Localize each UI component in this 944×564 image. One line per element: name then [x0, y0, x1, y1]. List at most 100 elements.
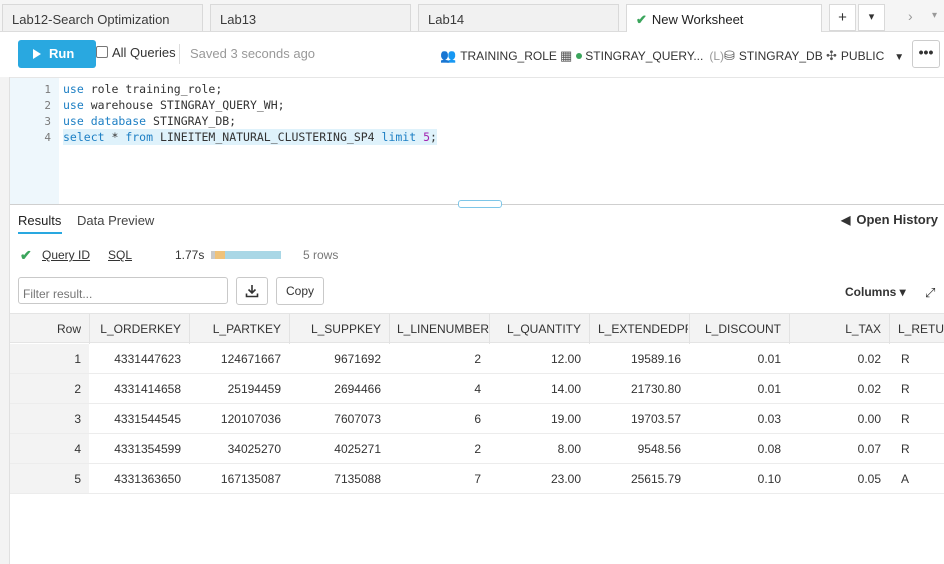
code-line[interactable]: use warehouse STINGRAY_QUERY_WH; — [63, 98, 285, 112]
column-header[interactable]: L_RETUR — [898, 322, 944, 336]
tab-lab12[interactable]: Lab12-Search Optimization — [2, 4, 203, 31]
table-cell[interactable]: 19.00 — [490, 412, 581, 426]
table-cell[interactable]: 2 — [390, 352, 481, 366]
table-cell[interactable]: 9671692 — [290, 352, 381, 366]
table-cell[interactable]: 0.08 — [690, 442, 781, 456]
table-row[interactable]: 2 4331414658 25194459 2694466 4 14.00 21730.80… — [10, 374, 944, 404]
role-selector[interactable]: 👥 TRAINING_ROLE — [440, 48, 557, 64]
tab-menu-button[interactable]: ▾ — [858, 4, 885, 31]
sql-editor[interactable]: 1 2 3 4 use role training_role; use ware… — [10, 77, 944, 204]
code-line[interactable]: use role training_role; — [63, 82, 222, 96]
table-cell[interactable]: 25194459 — [190, 382, 281, 396]
table-cell[interactable]: 8.00 — [490, 442, 581, 456]
query-profile-bar[interactable] — [211, 251, 281, 259]
database-selector[interactable]: ⛁ STINGRAY_DB — [724, 48, 823, 64]
column-header[interactable]: L_ORDERKEY — [90, 322, 181, 336]
resize-handle[interactable] — [458, 200, 502, 208]
table-cell[interactable]: 4331354599 — [90, 442, 181, 456]
column-header[interactable]: L_TAX — [790, 322, 881, 336]
table-cell[interactable]: 23.00 — [490, 472, 581, 486]
tab-lab14[interactable]: Lab14 — [418, 4, 619, 31]
table-cell[interactable]: 2694466 — [290, 382, 381, 396]
schema-selector[interactable]: ✣ PUBLIC ▼ — [826, 48, 904, 64]
sql-text: STINGRAY_DB; — [146, 114, 237, 128]
query-id-link[interactable]: Query ID — [42, 248, 90, 262]
table-cell[interactable]: R — [901, 412, 941, 426]
table-cell[interactable]: 4 — [390, 382, 481, 396]
download-button[interactable] — [236, 277, 268, 305]
table-cell[interactable]: 0.02 — [790, 382, 881, 396]
table-cell[interactable]: 4331363650 — [90, 472, 181, 486]
code-line-selected[interactable]: select * from LINEITEM_NATURAL_CLUSTERIN… — [63, 129, 437, 145]
table-cell[interactable]: 6 — [390, 412, 481, 426]
columns-dropdown[interactable]: Columns ▾ — [845, 285, 906, 299]
table-cell[interactable]: 167135087 — [190, 472, 281, 486]
table-cell[interactable]: 2 — [390, 442, 481, 456]
table-cell[interactable]: 34025270 — [190, 442, 281, 456]
table-cell[interactable]: 21730.80 — [590, 382, 681, 396]
warehouse-selector[interactable]: ▦ STINGRAY_QUERY... (L) — [560, 48, 724, 64]
warehouse-size: (L) — [709, 49, 725, 63]
selection-highlight: select * from LINEITEM_NATURAL_CLUSTERIN… — [63, 129, 437, 145]
table-cell[interactable]: 14.00 — [490, 382, 581, 396]
table-cell[interactable]: 0.00 — [790, 412, 881, 426]
table-cell[interactable]: 0.01 — [690, 382, 781, 396]
table-cell[interactable]: 12.00 — [490, 352, 581, 366]
column-header[interactable]: L_DISCOUNT — [690, 322, 781, 336]
table-cell[interactable]: 0.07 — [790, 442, 881, 456]
table-cell[interactable]: R — [901, 382, 941, 396]
tab-new-worksheet[interactable]: ✔ New Worksheet — [626, 4, 822, 32]
table-cell[interactable]: A — [901, 472, 941, 486]
table-cell[interactable]: 0.05 — [790, 472, 881, 486]
more-options-button[interactable]: ••• — [912, 40, 940, 68]
table-cell[interactable]: 0.03 — [690, 412, 781, 426]
tab-data-preview[interactable]: Data Preview — [77, 213, 154, 228]
table-cell[interactable]: 7 — [390, 472, 481, 486]
table-cell[interactable]: 9548.56 — [590, 442, 681, 456]
table-row[interactable]: 5 4331363650 167135087 7135088 7 23.00 25615.7… — [10, 464, 944, 494]
next-tab-icon[interactable]: › — [908, 8, 913, 24]
sql-number: 5 — [423, 130, 431, 144]
open-history-button[interactable]: ◀ Open History — [841, 212, 938, 227]
database-icon: ⛁ — [724, 48, 735, 63]
table-cell[interactable]: 4025271 — [290, 442, 381, 456]
column-header[interactable]: L_PARTKEY — [190, 322, 281, 336]
table-cell[interactable]: 7135088 — [290, 472, 381, 486]
sql-text: * — [104, 130, 126, 144]
table-cell[interactable]: 0.10 — [690, 472, 781, 486]
column-header[interactable]: Row — [20, 322, 81, 336]
table-cell[interactable]: 19589.16 — [590, 352, 681, 366]
table-cell[interactable]: 4331447623 — [90, 352, 181, 366]
expand-icon[interactable]: ⤢ — [925, 285, 935, 301]
all-queries-checkbox[interactable]: All Queries — [96, 45, 176, 60]
table-cell[interactable]: R — [901, 442, 941, 456]
table-cell[interactable]: R — [901, 352, 941, 366]
add-tab-button[interactable]: + — [829, 4, 856, 31]
table-cell[interactable]: 4331414658 — [90, 382, 181, 396]
sql-link[interactable]: SQL — [108, 248, 132, 262]
table-row[interactable]: 4 4331354599 34025270 4025271 2 8.00 9548.56 0.… — [10, 434, 944, 464]
checkbox-box[interactable] — [96, 46, 108, 58]
table-row[interactable]: 1 4331447623 124671667 9671692 2 12.00 19589.1… — [10, 344, 944, 374]
tab-overflow-icon[interactable]: ▾ — [932, 10, 937, 21]
table-cell[interactable]: 25615.79 — [590, 472, 681, 486]
column-header[interactable]: L_SUPPKEY — [290, 322, 381, 336]
column-header[interactable]: L_QUANTITY — [490, 322, 581, 336]
run-button[interactable]: Run — [18, 40, 96, 68]
tab-lab13[interactable]: Lab13 — [210, 4, 411, 31]
column-header[interactable]: L_EXTENDEDPR — [598, 322, 688, 336]
column-header[interactable]: L_LINENUMBER — [396, 322, 489, 336]
table-row[interactable]: 3 4331544545 120107036 7607073 6 19.00 19703.5… — [10, 404, 944, 434]
table-cell[interactable]: 7607073 — [290, 412, 381, 426]
table-cell[interactable]: 0.01 — [690, 352, 781, 366]
table-cell[interactable]: 4331544545 — [90, 412, 181, 426]
filter-result-input[interactable] — [18, 277, 228, 304]
copy-button[interactable]: Copy — [276, 277, 324, 305]
table-header: Row L_ORDERKEY L_PARTKEY L_SUPPKEY L_LIN… — [10, 313, 944, 344]
table-cell[interactable]: 120107036 — [190, 412, 281, 426]
code-line[interactable]: use database STINGRAY_DB; — [63, 114, 236, 128]
table-cell[interactable]: 0.02 — [790, 352, 881, 366]
table-cell[interactable]: 124671667 — [190, 352, 281, 366]
tab-results[interactable]: Results — [18, 213, 61, 228]
table-cell[interactable]: 19703.57 — [590, 412, 681, 426]
